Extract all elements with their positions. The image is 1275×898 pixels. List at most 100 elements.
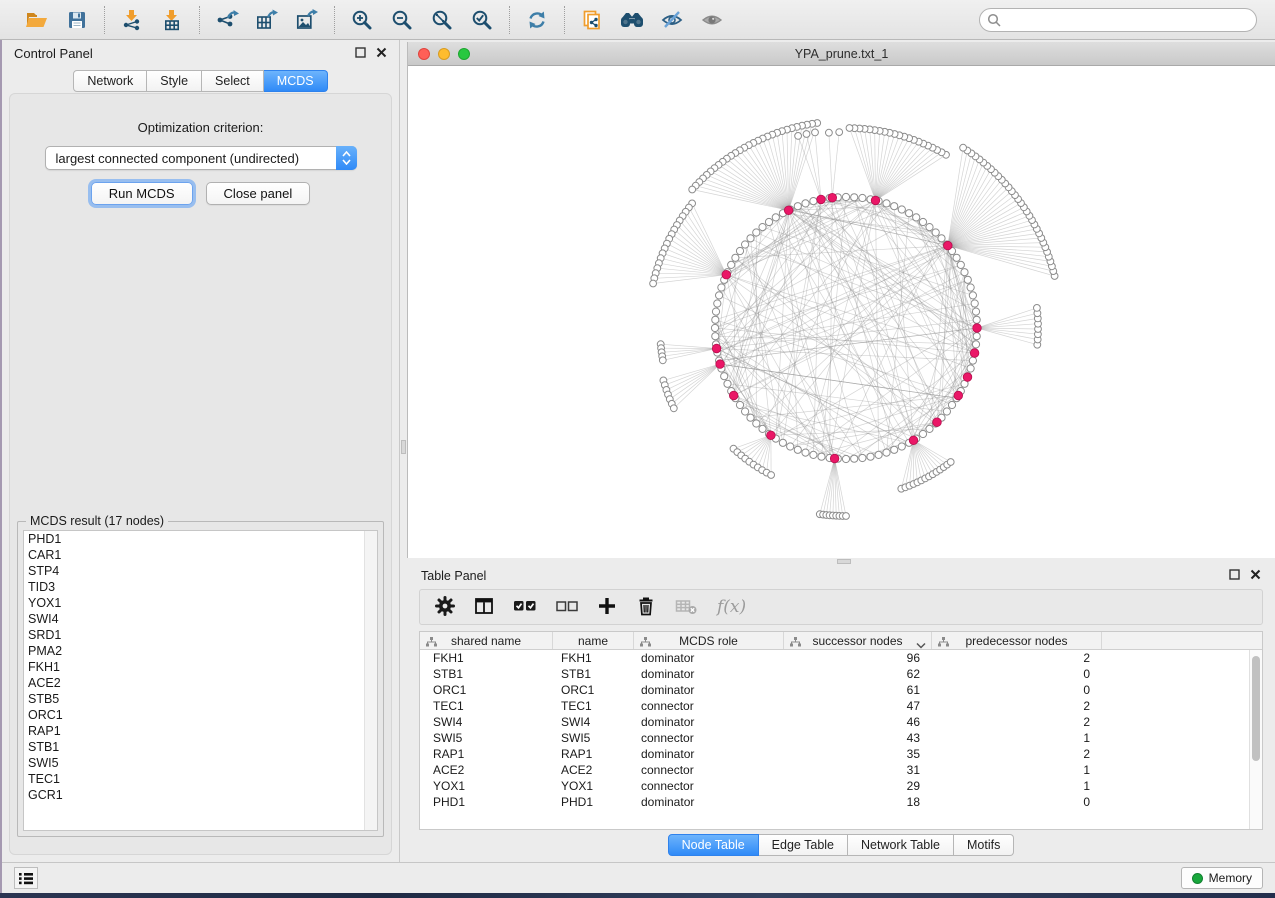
zoom-in-button[interactable]	[344, 4, 380, 36]
table-row[interactable]: SWI4SWI4dominator462	[420, 714, 1249, 730]
mcds-result-item[interactable]: TEC1	[24, 771, 377, 787]
criterion-dropdown[interactable]: largest connected component (undirected)	[45, 146, 357, 170]
mcds-result-item[interactable]: PMA2	[24, 643, 377, 659]
hide-selected-button[interactable]	[654, 4, 690, 36]
table-row[interactable]: YOX1YOX1connector291	[420, 778, 1249, 794]
apply-layout-button[interactable]	[519, 4, 555, 36]
table-row[interactable]: RAP1RAP1dominator352	[420, 746, 1249, 762]
zoom-out-button[interactable]	[384, 4, 420, 36]
table-row[interactable]: ORC1ORC1dominator610	[420, 682, 1249, 698]
table-row[interactable]: STB1STB1dominator620	[420, 666, 1249, 682]
column-header-successor-nodes[interactable]: successor nodes	[784, 632, 932, 649]
run-mcds-button[interactable]: Run MCDS	[91, 182, 193, 205]
column-header-MCDS-role[interactable]: MCDS role	[634, 632, 784, 649]
unselect-all-button[interactable]	[555, 595, 579, 620]
show-all-button[interactable]	[694, 4, 730, 36]
mcds-result-item[interactable]: YOX1	[24, 595, 377, 611]
mcds-result-list[interactable]: PHD1CAR1STP4TID3YOX1SWI4SRD1PMA2FKH1ACE2…	[23, 530, 378, 831]
table-scrollbar-thumb[interactable]	[1252, 656, 1260, 761]
zoom-out-icon	[391, 9, 413, 31]
table-cell: connector	[634, 762, 784, 778]
export-image-button[interactable]	[289, 4, 325, 36]
vertical-splitter[interactable]	[400, 40, 407, 862]
close-panel-button[interactable]: Close panel	[206, 182, 311, 205]
table-cell: 2	[932, 698, 1102, 714]
task-history-button[interactable]	[14, 867, 38, 889]
table-row[interactable]: PHD1PHD1dominator180	[420, 794, 1249, 810]
horizontal-splitter-handle[interactable]	[837, 559, 851, 564]
mcds-result-item[interactable]: GCR1	[24, 787, 377, 803]
clone-network-button[interactable]	[574, 4, 610, 36]
tab-node-table[interactable]: Node Table	[668, 834, 759, 856]
table-cell: SWI4	[553, 714, 634, 730]
mcds-result-item[interactable]: ACE2	[24, 675, 377, 691]
memory-button[interactable]: Memory	[1181, 867, 1263, 889]
add-column-button[interactable]	[596, 595, 618, 620]
search-input[interactable]	[979, 8, 1257, 32]
mcds-result-item[interactable]: SWI4	[24, 611, 377, 627]
close-table-panel-icon[interactable]	[1250, 569, 1261, 583]
tab-select[interactable]: Select	[202, 70, 264, 92]
network-graph[interactable]	[408, 66, 1275, 558]
import-network-button[interactable]	[114, 4, 150, 36]
horizontal-splitter[interactable]	[407, 558, 1275, 565]
table-cell: 96	[784, 650, 932, 666]
mcds-result-item[interactable]: PHD1	[24, 531, 377, 547]
open-session-button[interactable]	[19, 4, 55, 36]
column-header-shared-name[interactable]: shared name	[420, 632, 553, 649]
mcds-result-item[interactable]: RAP1	[24, 723, 377, 739]
table-cell: dominator	[634, 650, 784, 666]
zoom-fit-button[interactable]	[424, 4, 460, 36]
mcds-result-item[interactable]: CAR1	[24, 547, 377, 563]
table-row[interactable]: ACE2ACE2connector311	[420, 762, 1249, 778]
tab-motifs[interactable]: Motifs	[954, 834, 1014, 856]
table-row[interactable]: SWI5SWI5connector431	[420, 730, 1249, 746]
table-cell: STB1	[420, 666, 553, 682]
float-table-panel-icon[interactable]	[1229, 569, 1240, 583]
select-all-button[interactable]	[512, 595, 538, 620]
mcds-result-item[interactable]: STB5	[24, 691, 377, 707]
mcds-result-item[interactable]: ORC1	[24, 707, 377, 723]
table-cell: connector	[634, 730, 784, 746]
columns-button[interactable]	[473, 595, 495, 620]
table-cell: SWI5	[553, 730, 634, 746]
mcds-result-item[interactable]: FKH1	[24, 659, 377, 675]
table-row[interactable]: FKH1FKH1dominator962	[420, 650, 1249, 666]
table-cell: 1	[932, 730, 1102, 746]
tab-network-table[interactable]: Network Table	[848, 834, 954, 856]
close-panel-icon[interactable]	[376, 47, 387, 61]
mcds-result-item[interactable]: SRD1	[24, 627, 377, 643]
export-table-button[interactable]	[249, 4, 285, 36]
network-window-titlebar[interactable]: YPA_prune.txt_1	[408, 42, 1275, 66]
column-header-predecessor-nodes[interactable]: predecessor nodes	[932, 632, 1102, 649]
network-canvas[interactable]	[408, 66, 1275, 558]
tab-network[interactable]: Network	[73, 70, 147, 92]
mcds-result-item[interactable]: TID3	[24, 579, 377, 595]
save-session-button[interactable]	[59, 4, 95, 36]
mcds-result-item[interactable]: STP4	[24, 563, 377, 579]
unselect-all-icon	[555, 595, 579, 620]
tab-style[interactable]: Style	[147, 70, 202, 92]
export-network-button[interactable]	[209, 4, 245, 36]
zoom-selected-button[interactable]	[464, 4, 500, 36]
mcds-result-item[interactable]: SWI5	[24, 755, 377, 771]
delete-table-button	[674, 595, 698, 620]
float-panel-icon[interactable]	[355, 47, 366, 61]
delete-column-button[interactable]	[635, 595, 657, 620]
mcds-list-scrollbar[interactable]	[364, 531, 377, 830]
mcds-result-item[interactable]: STB1	[24, 739, 377, 755]
zoom-selected-icon	[471, 9, 493, 31]
table-row[interactable]: TEC1TEC1connector472	[420, 698, 1249, 714]
table-cell: dominator	[634, 666, 784, 682]
import-table-button[interactable]	[154, 4, 190, 36]
table-scrollbar[interactable]	[1249, 650, 1262, 829]
table-cell: PHD1	[420, 794, 553, 810]
hide-selected-icon	[660, 9, 684, 31]
tab-edge-table[interactable]: Edge Table	[759, 834, 848, 856]
gear-button[interactable]	[434, 595, 456, 620]
column-header-name[interactable]: name	[553, 632, 634, 649]
mcds-tab-content: Optimization criterion: largest connecte…	[9, 93, 392, 855]
find-button[interactable]	[614, 4, 650, 36]
tab-mcds[interactable]: MCDS	[264, 70, 328, 92]
vertical-splitter-handle[interactable]	[401, 440, 406, 454]
